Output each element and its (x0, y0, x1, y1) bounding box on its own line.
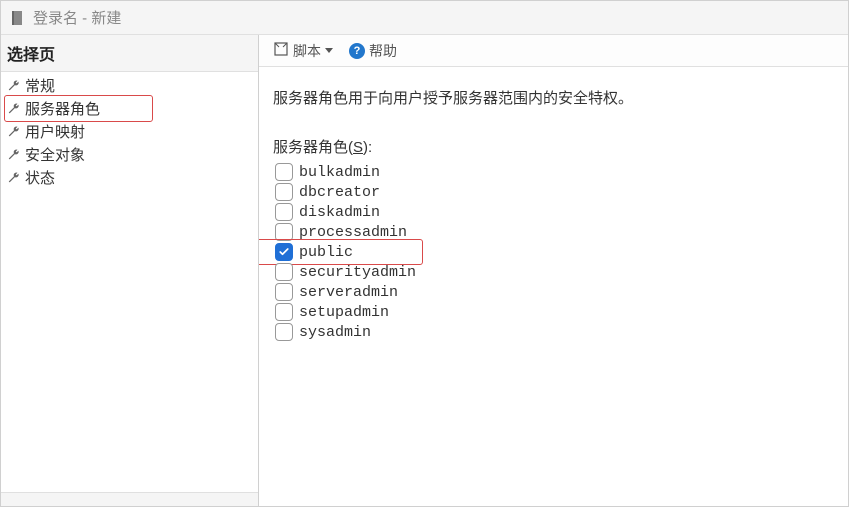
sidebar-item-general[interactable]: 常规 (1, 74, 258, 97)
role-name: setupadmin (299, 304, 389, 321)
checkbox[interactable] (275, 323, 293, 341)
titlebar: 登录名 - 新建 (1, 1, 848, 35)
role-row-setupadmin[interactable]: setupadmin (273, 303, 834, 321)
checkbox[interactable] (275, 183, 293, 201)
sidebar-item-label: 用户映射 (25, 121, 85, 142)
sidebar-list: 常规 服务器角色 用户映射 (1, 72, 258, 492)
sidebar-footer (1, 492, 258, 506)
role-row-sysadmin[interactable]: sysadmin (273, 323, 834, 341)
role-row-public[interactable]: public (273, 243, 834, 261)
help-label: 帮助 (369, 41, 397, 61)
role-name: diskadmin (299, 204, 380, 221)
roles-label-suffix: ): (363, 139, 372, 156)
checkbox[interactable] (275, 243, 293, 261)
checkbox[interactable] (275, 163, 293, 181)
toolbar: 脚本 ? 帮助 (259, 35, 848, 67)
database-icon (9, 10, 25, 26)
role-name: public (299, 244, 353, 261)
role-name: dbcreator (299, 184, 380, 201)
description-text: 服务器角色用于向用户授予服务器范围内的安全特权。 (273, 87, 834, 108)
content: 服务器角色用于向用户授予服务器范围内的安全特权。 服务器角色(S): bulka… (259, 67, 848, 506)
checkbox[interactable] (275, 223, 293, 241)
wrench-icon (7, 79, 21, 93)
script-icon (273, 41, 289, 60)
role-row-processadmin[interactable]: processadmin (273, 223, 834, 241)
wrench-icon (7, 125, 21, 139)
sidebar-item-user-mapping[interactable]: 用户映射 (1, 120, 258, 143)
role-row-diskadmin[interactable]: diskadmin (273, 203, 834, 221)
sidebar-item-label: 服务器角色 (25, 98, 100, 119)
roles-label-prefix: 服务器角色( (273, 139, 353, 156)
wrench-icon (7, 171, 21, 185)
window: 登录名 - 新建 选择页 常规 服务器角色 (0, 0, 849, 507)
role-row-dbcreator[interactable]: dbcreator (273, 183, 834, 201)
wrench-icon (7, 148, 21, 162)
sidebar-item-label: 安全对象 (25, 144, 85, 165)
role-row-securityadmin[interactable]: securityadmin (273, 263, 834, 281)
roles-list: bulkadmin dbcreator diskadmin (273, 163, 834, 341)
script-button[interactable]: 脚本 (269, 39, 337, 63)
wrench-icon (7, 102, 21, 116)
roles-label: 服务器角色(S): (273, 136, 834, 157)
sidebar-item-label: 常规 (25, 75, 55, 96)
help-button[interactable]: ? 帮助 (345, 39, 401, 63)
checkbox[interactable] (275, 263, 293, 281)
sidebar-item-label: 状态 (25, 167, 55, 188)
checkbox[interactable] (275, 283, 293, 301)
window-title: 登录名 - 新建 (33, 7, 121, 28)
checkbox[interactable] (275, 203, 293, 221)
sidebar-header: 选择页 (1, 35, 258, 72)
main: 脚本 ? 帮助 服务器角色用于向用户授予服务器范围内的安全特权。 服务器角色(S… (259, 35, 848, 506)
role-name: securityadmin (299, 264, 416, 281)
help-icon: ? (349, 43, 365, 59)
role-row-serveradmin[interactable]: serveradmin (273, 283, 834, 301)
body: 选择页 常规 服务器角色 (1, 35, 848, 506)
roles-label-hotkey: S (353, 139, 363, 156)
role-row-bulkadmin[interactable]: bulkadmin (273, 163, 834, 181)
role-name: processadmin (299, 224, 407, 241)
role-name: bulkadmin (299, 164, 380, 181)
sidebar-item-server-roles[interactable]: 服务器角色 (1, 97, 258, 120)
script-label: 脚本 (293, 41, 321, 61)
role-name: sysadmin (299, 324, 371, 341)
role-name: serveradmin (299, 284, 398, 301)
sidebar: 选择页 常规 服务器角色 (1, 35, 259, 506)
sidebar-item-status[interactable]: 状态 (1, 166, 258, 189)
checkbox[interactable] (275, 303, 293, 321)
sidebar-item-securables[interactable]: 安全对象 (1, 143, 258, 166)
chevron-down-icon (325, 48, 333, 53)
